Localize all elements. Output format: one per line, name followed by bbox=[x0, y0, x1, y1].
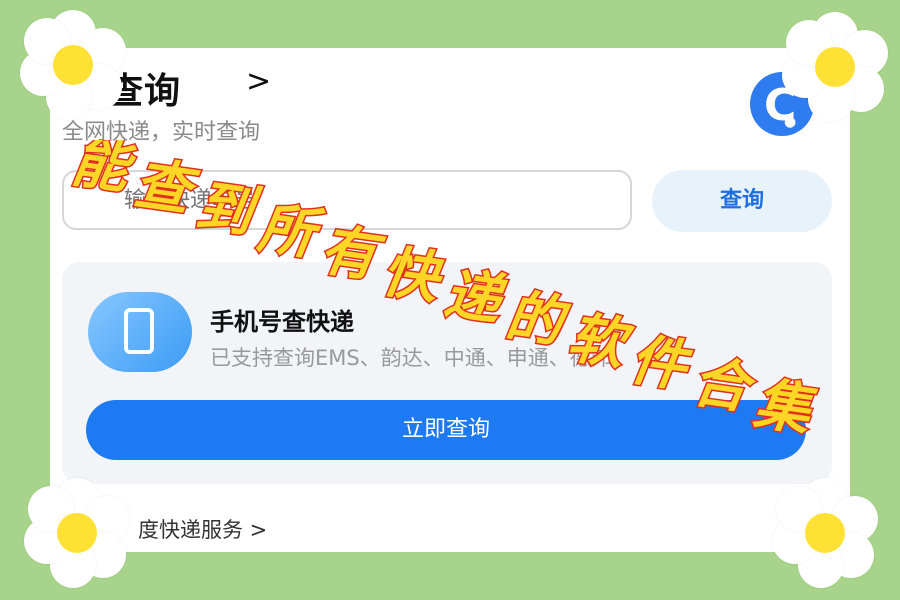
flower-center bbox=[57, 513, 97, 553]
flower-center bbox=[805, 513, 845, 553]
chevron-right-icon[interactable]: > bbox=[246, 64, 271, 99]
tracking-number-input[interactable] bbox=[62, 170, 632, 230]
daisy-flower-icon bbox=[18, 10, 128, 120]
daisy-flower-icon bbox=[770, 478, 880, 588]
search-button[interactable]: 查询 bbox=[652, 170, 832, 232]
flower-center bbox=[815, 47, 855, 87]
phone-query-title: 手机号查快递 bbox=[210, 308, 354, 336]
daisy-flower-icon bbox=[22, 478, 132, 588]
tablet-phone-icon bbox=[124, 308, 154, 354]
express-service-link[interactable]: 度快递服务 > bbox=[138, 514, 267, 544]
daisy-flower-icon bbox=[780, 12, 890, 122]
phone-query-icon-badge bbox=[88, 292, 192, 372]
phone-query-description: 已支持查询EMS、韵达、中通、申通、德邦 bbox=[210, 346, 612, 370]
query-now-button[interactable]: 立即查询 bbox=[86, 400, 806, 460]
flower-center bbox=[53, 45, 93, 85]
